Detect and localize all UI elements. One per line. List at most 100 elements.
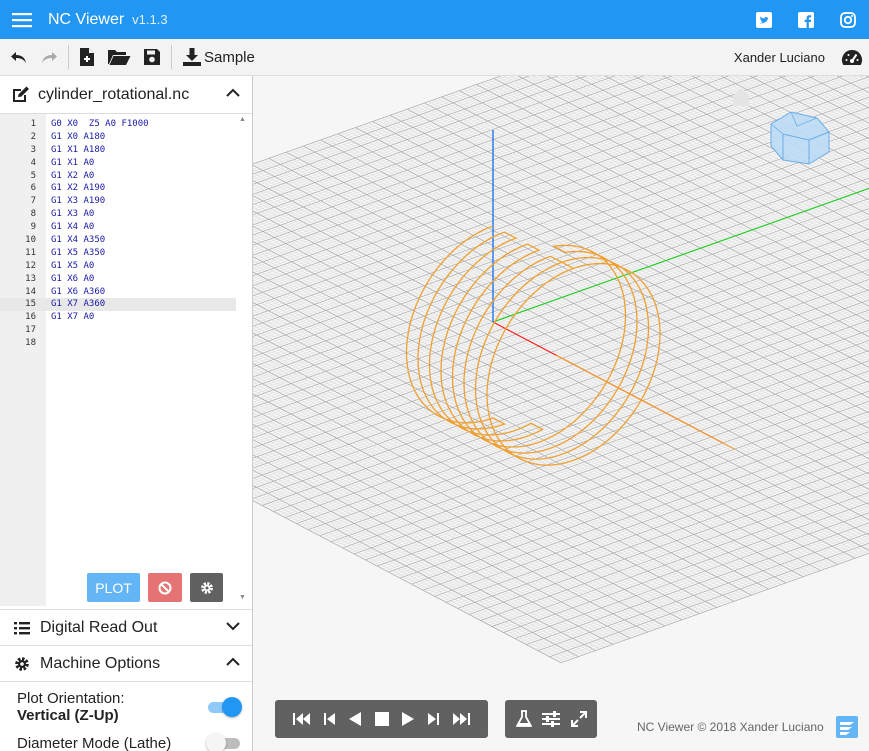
twitter-icon[interactable] [743, 0, 785, 39]
code-line[interactable]: 18 [0, 337, 236, 350]
code-line[interactable]: 12 G1 X5 A0 [0, 260, 236, 273]
line-code: G1 X2 A190 [51, 183, 106, 194]
plot-orientation-value: Vertical (Z-Up) [17, 707, 119, 724]
social-links [743, 0, 869, 39]
play-back-icon[interactable] [348, 711, 362, 727]
menu-icon[interactable] [0, 0, 44, 39]
grid-line [477, 479, 869, 620]
code-line[interactable]: 5 G1 X2 A0 [0, 170, 236, 183]
plot-orientation-label: Plot Orientation: [17, 690, 125, 707]
sample-label: Sample [204, 48, 255, 66]
line-code: G1 X6 A360 [51, 286, 106, 297]
grid-line [253, 267, 825, 570]
code-line[interactable]: 8 G1 X3 A0 [0, 208, 236, 221]
code-line[interactable]: 3 G1 X1 A180 [0, 144, 236, 157]
skip-end-icon[interactable] [452, 712, 470, 726]
code-line[interactable]: 14 G1 X6 A360 [0, 286, 236, 299]
line-code: G1 X0 A180 [51, 131, 106, 142]
dro-section-header[interactable]: Digital Read Out [0, 609, 252, 645]
flask-icon[interactable] [515, 710, 532, 728]
performance-button[interactable] [835, 39, 869, 76]
code-line[interactable]: 15 G1 X7 A360 [0, 298, 236, 312]
line-number: 15 [25, 299, 36, 310]
grid-line [706, 76, 869, 162]
code-editor[interactable]: 1 G0 X0 Z5 A0 F1000 2 G1 X0 A180 3 G1 X1 A180… [0, 114, 252, 606]
undo-button[interactable] [4, 39, 34, 76]
chevron-up-icon [226, 88, 240, 97]
code-line[interactable]: 7 G1 X3 A190 [0, 195, 236, 208]
sliders-icon[interactable] [542, 711, 560, 727]
play-icon[interactable] [401, 711, 415, 727]
line-number: 7 [30, 196, 36, 207]
view-cube-icon [770, 111, 830, 165]
line-number: 12 [25, 260, 36, 271]
line-number: 16 [25, 312, 36, 323]
redo-button[interactable] [34, 39, 64, 76]
download-icon [183, 48, 201, 66]
file-header[interactable]: cylinder_rotational.nc [0, 76, 252, 114]
code-line[interactable]: 4 G1 X1 A0 [0, 157, 236, 170]
scroll-up-arrow[interactable]: ▲ [239, 116, 246, 123]
grid-line [319, 340, 869, 537]
home-icon [733, 88, 749, 106]
open-file-button[interactable] [101, 39, 137, 76]
grid-line [537, 532, 869, 652]
machine-options-header[interactable]: Machine Options [0, 645, 252, 681]
new-file-icon [80, 48, 94, 66]
file-name: cylinder_rotational.nc [38, 85, 190, 103]
step-back-icon[interactable] [323, 712, 336, 726]
grid-line [253, 76, 573, 190]
new-file-button[interactable] [73, 39, 101, 76]
facebook-icon[interactable] [785, 0, 827, 39]
stop-icon[interactable] [374, 712, 389, 726]
grid-line [849, 76, 869, 315]
title-bar: NC Viewer v1.1.3 [0, 0, 869, 39]
line-code: G1 X5 A0 [51, 260, 95, 271]
line-code: G1 X1 A180 [51, 144, 106, 155]
code-line[interactable]: 10 G1 X4 A350 [0, 234, 236, 247]
code-line[interactable]: 17 [0, 324, 236, 337]
code-line[interactable]: 11 G1 X5 A350 [0, 247, 236, 260]
code-line[interactable]: 2 G1 X0 A180 [0, 131, 236, 144]
toolpath-scene[interactable] [253, 76, 869, 751]
step-forward-icon[interactable] [427, 712, 440, 726]
plot-button[interactable]: PLOT [87, 573, 140, 602]
editor-scrollbar[interactable]: ▲ ▼ [236, 114, 250, 606]
line-number: 10 [25, 235, 36, 246]
open-folder-icon [108, 50, 131, 65]
undo-icon [11, 52, 26, 63]
code-lines[interactable]: 1 G0 X0 Z5 A0 F1000 2 G1 X0 A180 3 G1 X1 A180… [0, 118, 236, 350]
code-line[interactable]: 6 G1 X2 A190 [0, 182, 236, 195]
code-line[interactable]: 16 G1 X7 A0 [0, 311, 236, 324]
toolbar: Sample Xander Luciano [0, 39, 869, 76]
grid-line [489, 489, 869, 626]
grid-line [532, 527, 869, 648]
diameter-mode-toggle[interactable] [206, 733, 242, 751]
grid-line [431, 439, 869, 595]
code-line[interactable]: 13 G1 X6 A0 [0, 273, 236, 286]
expand-icon[interactable] [570, 711, 587, 727]
clear-button[interactable] [148, 573, 182, 602]
3d-viewport[interactable] [253, 76, 869, 751]
plot-orientation-toggle[interactable] [206, 697, 242, 717]
editor-settings-button[interactable] [190, 573, 223, 602]
line-number: 18 [25, 338, 36, 349]
code-line[interactable]: 1 G0 X0 Z5 A0 F1000 [0, 118, 236, 131]
skip-start-icon[interactable] [293, 712, 311, 726]
user-name[interactable]: Xander Luciano [734, 50, 825, 65]
line-number: 2 [30, 131, 36, 142]
code-line[interactable]: 9 G1 X4 A0 [0, 221, 236, 234]
left-panel: cylinder_rotational.nc 1 G0 X0 Z5 A0 F100… [0, 76, 253, 751]
grid-line [253, 76, 616, 205]
nc-logo-icon[interactable] [836, 716, 858, 738]
save-button[interactable] [137, 39, 167, 76]
app-title: NC Viewer [48, 10, 125, 28]
grid-line [523, 520, 869, 644]
sample-button[interactable]: Sample [176, 39, 261, 76]
line-code: G1 X3 A190 [51, 196, 106, 207]
line-number: 13 [25, 273, 36, 284]
instagram-icon[interactable] [827, 0, 869, 39]
machine-options-label: Machine Options [40, 654, 161, 672]
scroll-down-arrow[interactable]: ▼ [239, 594, 246, 601]
grid-line [253, 485, 579, 657]
